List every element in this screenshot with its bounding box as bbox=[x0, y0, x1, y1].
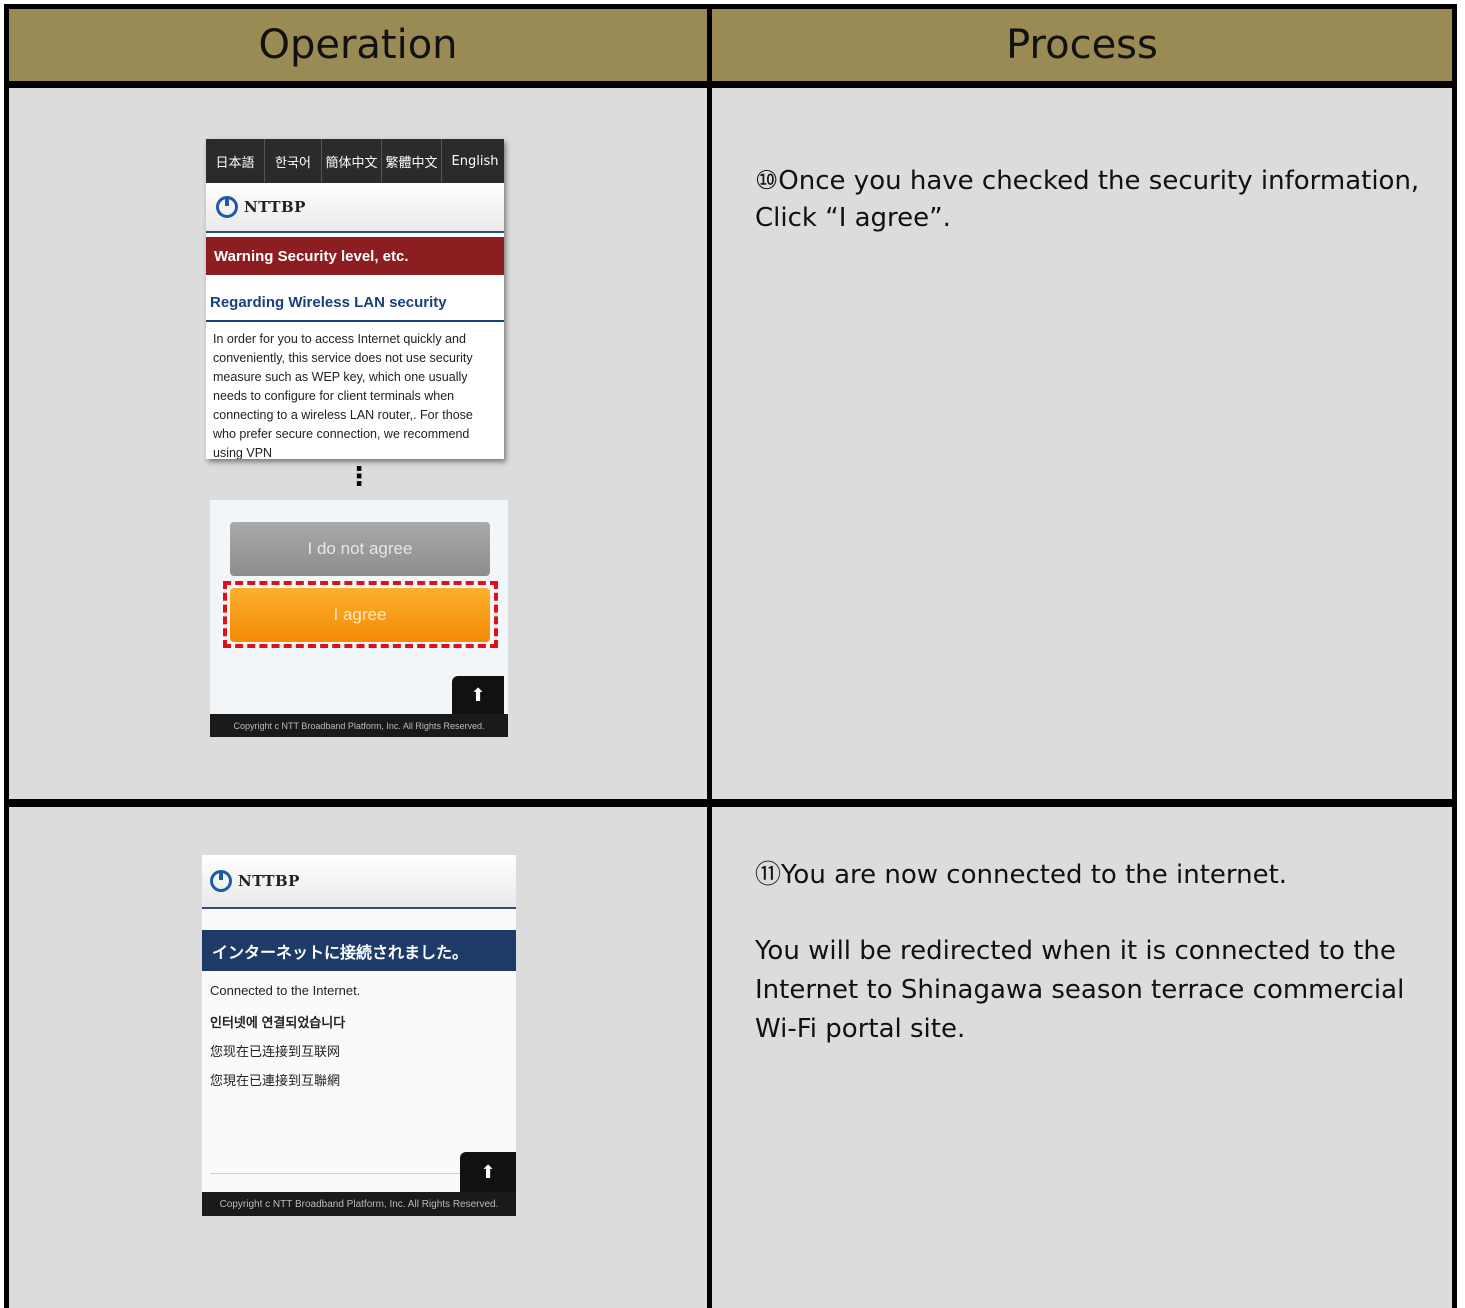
process-header: Process bbox=[712, 9, 1452, 81]
copyright-text: Copyright c NTT Broadband Platform, Inc.… bbox=[210, 714, 508, 737]
lang-simplified-chinese[interactable]: 簡体中文 bbox=[322, 139, 382, 183]
instruction-table: Operation Process 日本語 한국어 簡体中文 繁體中文 Engl… bbox=[4, 4, 1457, 1308]
process-text-step10: ⑩Once you have checked the security info… bbox=[755, 166, 1420, 233]
nttbp-logo-text-2: NTTBP bbox=[238, 872, 300, 890]
security-warning-screenshot: 日本語 한국어 簡体中文 繁體中文 English NTTBP Warning … bbox=[206, 139, 504, 459]
footer-divider bbox=[210, 1173, 460, 1174]
section-divider bbox=[206, 320, 504, 322]
process-cell-step10: ⑩Once you have checked the security info… bbox=[712, 88, 1452, 799]
arrow-up-icon[interactable]: ⬆ bbox=[452, 676, 504, 714]
lang-japanese[interactable]: 日本語 bbox=[206, 139, 265, 183]
connected-message-zh-cn: 您现在已连接到互联网 bbox=[210, 1044, 341, 1059]
disagree-button[interactable]: I do not agree bbox=[230, 522, 490, 576]
lang-traditional-chinese[interactable]: 繁體中文 bbox=[382, 139, 442, 183]
agree-buttons-screenshot: I do not agree I agree ⬆ Copyright c NTT… bbox=[210, 500, 508, 737]
operation-cell-step10: 日本語 한국어 簡体中文 繁體中文 English NTTBP Warning … bbox=[9, 88, 707, 799]
connected-title: インターネットに接続されました。 bbox=[202, 930, 516, 971]
connected-message-ko: 인터넷에 연결되었습니다 bbox=[210, 1015, 346, 1030]
security-body-text: In order for you to access Internet quic… bbox=[213, 332, 473, 459]
arrow-up-icon[interactable]: ⬆ bbox=[460, 1152, 516, 1192]
lang-english[interactable]: English bbox=[442, 139, 504, 183]
process-text-step11-line2: You will be redirected when it is connec… bbox=[755, 936, 1405, 1044]
section-title: Regarding Wireless LAN security bbox=[210, 294, 447, 311]
nttbp-logo-icon-2 bbox=[210, 870, 232, 892]
lang-korean[interactable]: 한국어 bbox=[265, 139, 322, 183]
process-cell-step11: ⑪You are now connected to the internet. … bbox=[712, 807, 1452, 1308]
agree-highlight-box bbox=[223, 581, 498, 648]
nttbp-logo-icon bbox=[216, 196, 238, 218]
language-bar: 日本語 한국어 簡体中文 繁體中文 English bbox=[206, 139, 504, 183]
logo-row-2: NTTBP bbox=[202, 855, 516, 909]
operation-cell-step11: NTTBP インターネットに接続されました。 Connected to the … bbox=[9, 807, 707, 1308]
operation-header: Operation bbox=[9, 9, 707, 81]
warning-title: Warning Security level, etc. bbox=[206, 237, 504, 275]
connected-message-zh-tw: 您現在已連接到互聯網 bbox=[210, 1073, 341, 1088]
nttbp-logo-text: NTTBP bbox=[244, 198, 306, 216]
connected-message-en: Connected to the Internet. bbox=[210, 983, 361, 998]
ellipsis-icon: ⋮ bbox=[346, 461, 372, 491]
logo-row: NTTBP bbox=[206, 183, 504, 233]
copyright-text-2: Copyright c NTT Broadband Platform, Inc.… bbox=[202, 1192, 516, 1216]
connected-screenshot: NTTBP インターネットに接続されました。 Connected to the … bbox=[202, 855, 516, 1216]
process-text-step11-line1: ⑪You are now connected to the internet. bbox=[755, 860, 1288, 890]
